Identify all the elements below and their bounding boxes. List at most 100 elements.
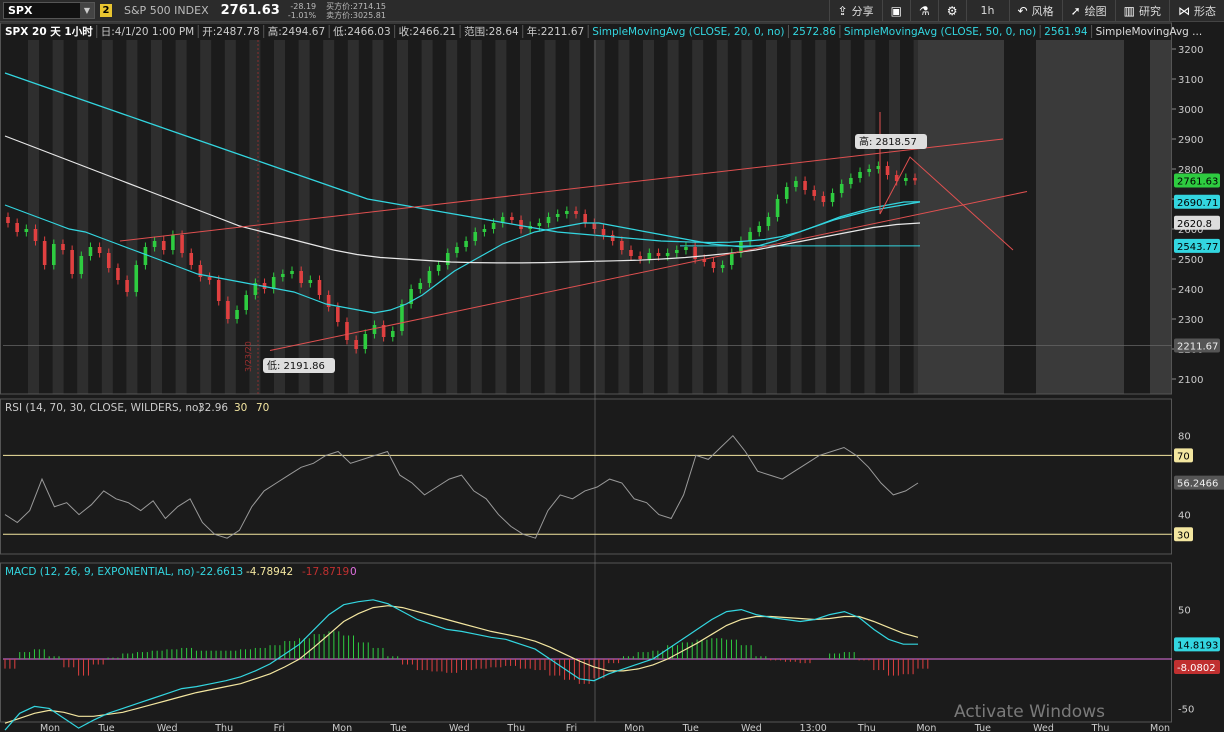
share-label: 分享 <box>851 4 874 18</box>
session-band <box>815 40 827 394</box>
price-badge-label: 2543.77 <box>1177 242 1218 253</box>
candle-body <box>821 196 826 202</box>
session-band <box>593 40 605 394</box>
time-axis-label: Wed <box>741 723 762 732</box>
candle-body <box>574 211 578 214</box>
time-axis-label: Tue <box>974 723 991 732</box>
session-band <box>421 40 433 394</box>
draw-label: 绘图 <box>1084 4 1107 18</box>
timeframe-button[interactable]: 1h <box>965 0 1009 21</box>
chevron-down-icon[interactable]: ▼ <box>80 3 94 18</box>
share-button[interactable]: ⇪ 分享 <box>828 0 882 21</box>
future-band <box>1150 40 1172 394</box>
candle-body <box>52 244 56 265</box>
header-field: 2572.86 <box>792 26 836 38</box>
flask-button[interactable]: ⚗ <box>910 0 938 21</box>
settings-button[interactable]: ⚙ <box>937 0 966 21</box>
candle-body <box>189 253 194 265</box>
draw-button[interactable]: ➚ 绘图 <box>1061 0 1115 21</box>
session-band <box>200 40 212 394</box>
candle-body <box>345 322 349 340</box>
session-band <box>790 40 802 394</box>
macd-diff: -17.8719 <box>302 566 349 578</box>
pattern-label: 形态 <box>1194 4 1216 18</box>
candle-body <box>436 265 441 271</box>
study-button[interactable]: ▥ 研究 <box>1114 0 1169 21</box>
gear-icon: ⚙ <box>946 3 958 18</box>
rsi-label: RSI (14, 70, 30, CLOSE, WILDERS, no) <box>5 402 203 414</box>
candle-body <box>427 271 432 283</box>
time-axis-label: Wed <box>1033 723 1054 732</box>
macd-avg: -4.78942 <box>246 566 293 578</box>
change-percent: -1.01% <box>287 10 317 20</box>
symbol-selector[interactable]: SPX ▼ <box>3 2 95 19</box>
style-icon: ↶ <box>1017 3 1028 18</box>
candle-body <box>656 253 661 256</box>
bid-price: 买方价:2714.15 <box>326 1 386 11</box>
pattern-button[interactable]: ⋈ 形态 <box>1169 0 1224 21</box>
session-band <box>618 40 630 394</box>
candle-body <box>161 241 166 250</box>
candle-body <box>354 340 358 349</box>
session-band <box>446 40 458 394</box>
candle-body <box>629 250 633 256</box>
price-tick-label: 3000 <box>1178 105 1203 116</box>
candle-body <box>775 199 780 217</box>
price-badge-label: 2761.63 <box>1177 177 1218 188</box>
candle-body <box>748 232 752 241</box>
candle-body <box>281 274 285 277</box>
candle-body <box>24 229 29 232</box>
price-tick-label: 2100 <box>1178 375 1203 386</box>
candle-body <box>904 178 908 181</box>
candle-body <box>913 178 917 181</box>
candle-body <box>143 247 148 265</box>
session-band <box>569 40 581 394</box>
low-label: 低: 2191.86 <box>267 359 325 372</box>
header-field: 高:2494.67 <box>268 25 325 38</box>
candle-body <box>766 217 771 226</box>
candle-body <box>555 214 560 217</box>
price-badge-label: 2620.8 <box>1177 219 1212 230</box>
candle-body <box>473 232 478 241</box>
news-button[interactable]: ▣ <box>881 0 910 21</box>
time-axis-label: Thu <box>506 723 525 732</box>
macd-badge-label: 14.8193 <box>1177 640 1218 651</box>
link-group-badge[interactable]: 2 <box>100 4 112 17</box>
candle-body <box>390 331 395 337</box>
future-band <box>1036 40 1124 394</box>
candle-body <box>372 325 377 334</box>
session-band <box>692 40 704 394</box>
candle-body <box>665 253 670 256</box>
style-button[interactable]: ↶ 风格 <box>1008 0 1062 21</box>
price-badge-label: 2211.67 <box>1177 341 1218 352</box>
cursor-icon: ➚ <box>1070 3 1081 18</box>
high-label: 高: 2818.57 <box>859 135 917 148</box>
candle-body <box>70 250 74 274</box>
time-axis-label: Mon <box>624 723 644 732</box>
candle-body <box>116 268 120 280</box>
header-field: 日:4/1/20 1:00 PM <box>101 26 194 38</box>
date-marker-label: 3/23/20 <box>244 341 253 372</box>
time-axis-label: Fri <box>274 723 285 732</box>
chart-svg[interactable]: SPX 20 天 1小时 日:4/1/20 1:00 PM 开:2487.78 高:2… <box>0 22 1224 732</box>
price-tick-label: 3100 <box>1178 75 1203 86</box>
candle-body <box>830 193 835 202</box>
candle-body <box>583 214 587 223</box>
top-toolbar: SPX ▼ 2 S&P 500 INDEX 2761.63 -28.19 -1.… <box>0 0 1224 22</box>
chart-area[interactable]: SPX 20 天 1小时 日:4/1/20 1:00 PM 开:2487.78 高:2… <box>0 22 1224 732</box>
session-band <box>889 40 900 394</box>
rsi-os: 70 <box>256 402 269 414</box>
time-axis-label: Thu <box>857 723 876 732</box>
header-field: SimpleMovingAvg (CLOSE, 20, 0, no) <box>592 26 784 38</box>
session-band <box>224 40 236 394</box>
ask-price: 卖方价:3025.81 <box>326 10 386 20</box>
candle-body <box>565 211 569 214</box>
candle-body <box>803 181 807 190</box>
share-icon: ⇪ <box>837 3 848 18</box>
candle-body <box>729 253 734 265</box>
candle-body <box>88 247 93 256</box>
time-axis-label: 13:00 <box>799 723 826 732</box>
macd-value: -22.6613 <box>196 566 243 578</box>
candle-body <box>42 241 47 265</box>
rsi-badge-label: 70 <box>1177 451 1190 462</box>
